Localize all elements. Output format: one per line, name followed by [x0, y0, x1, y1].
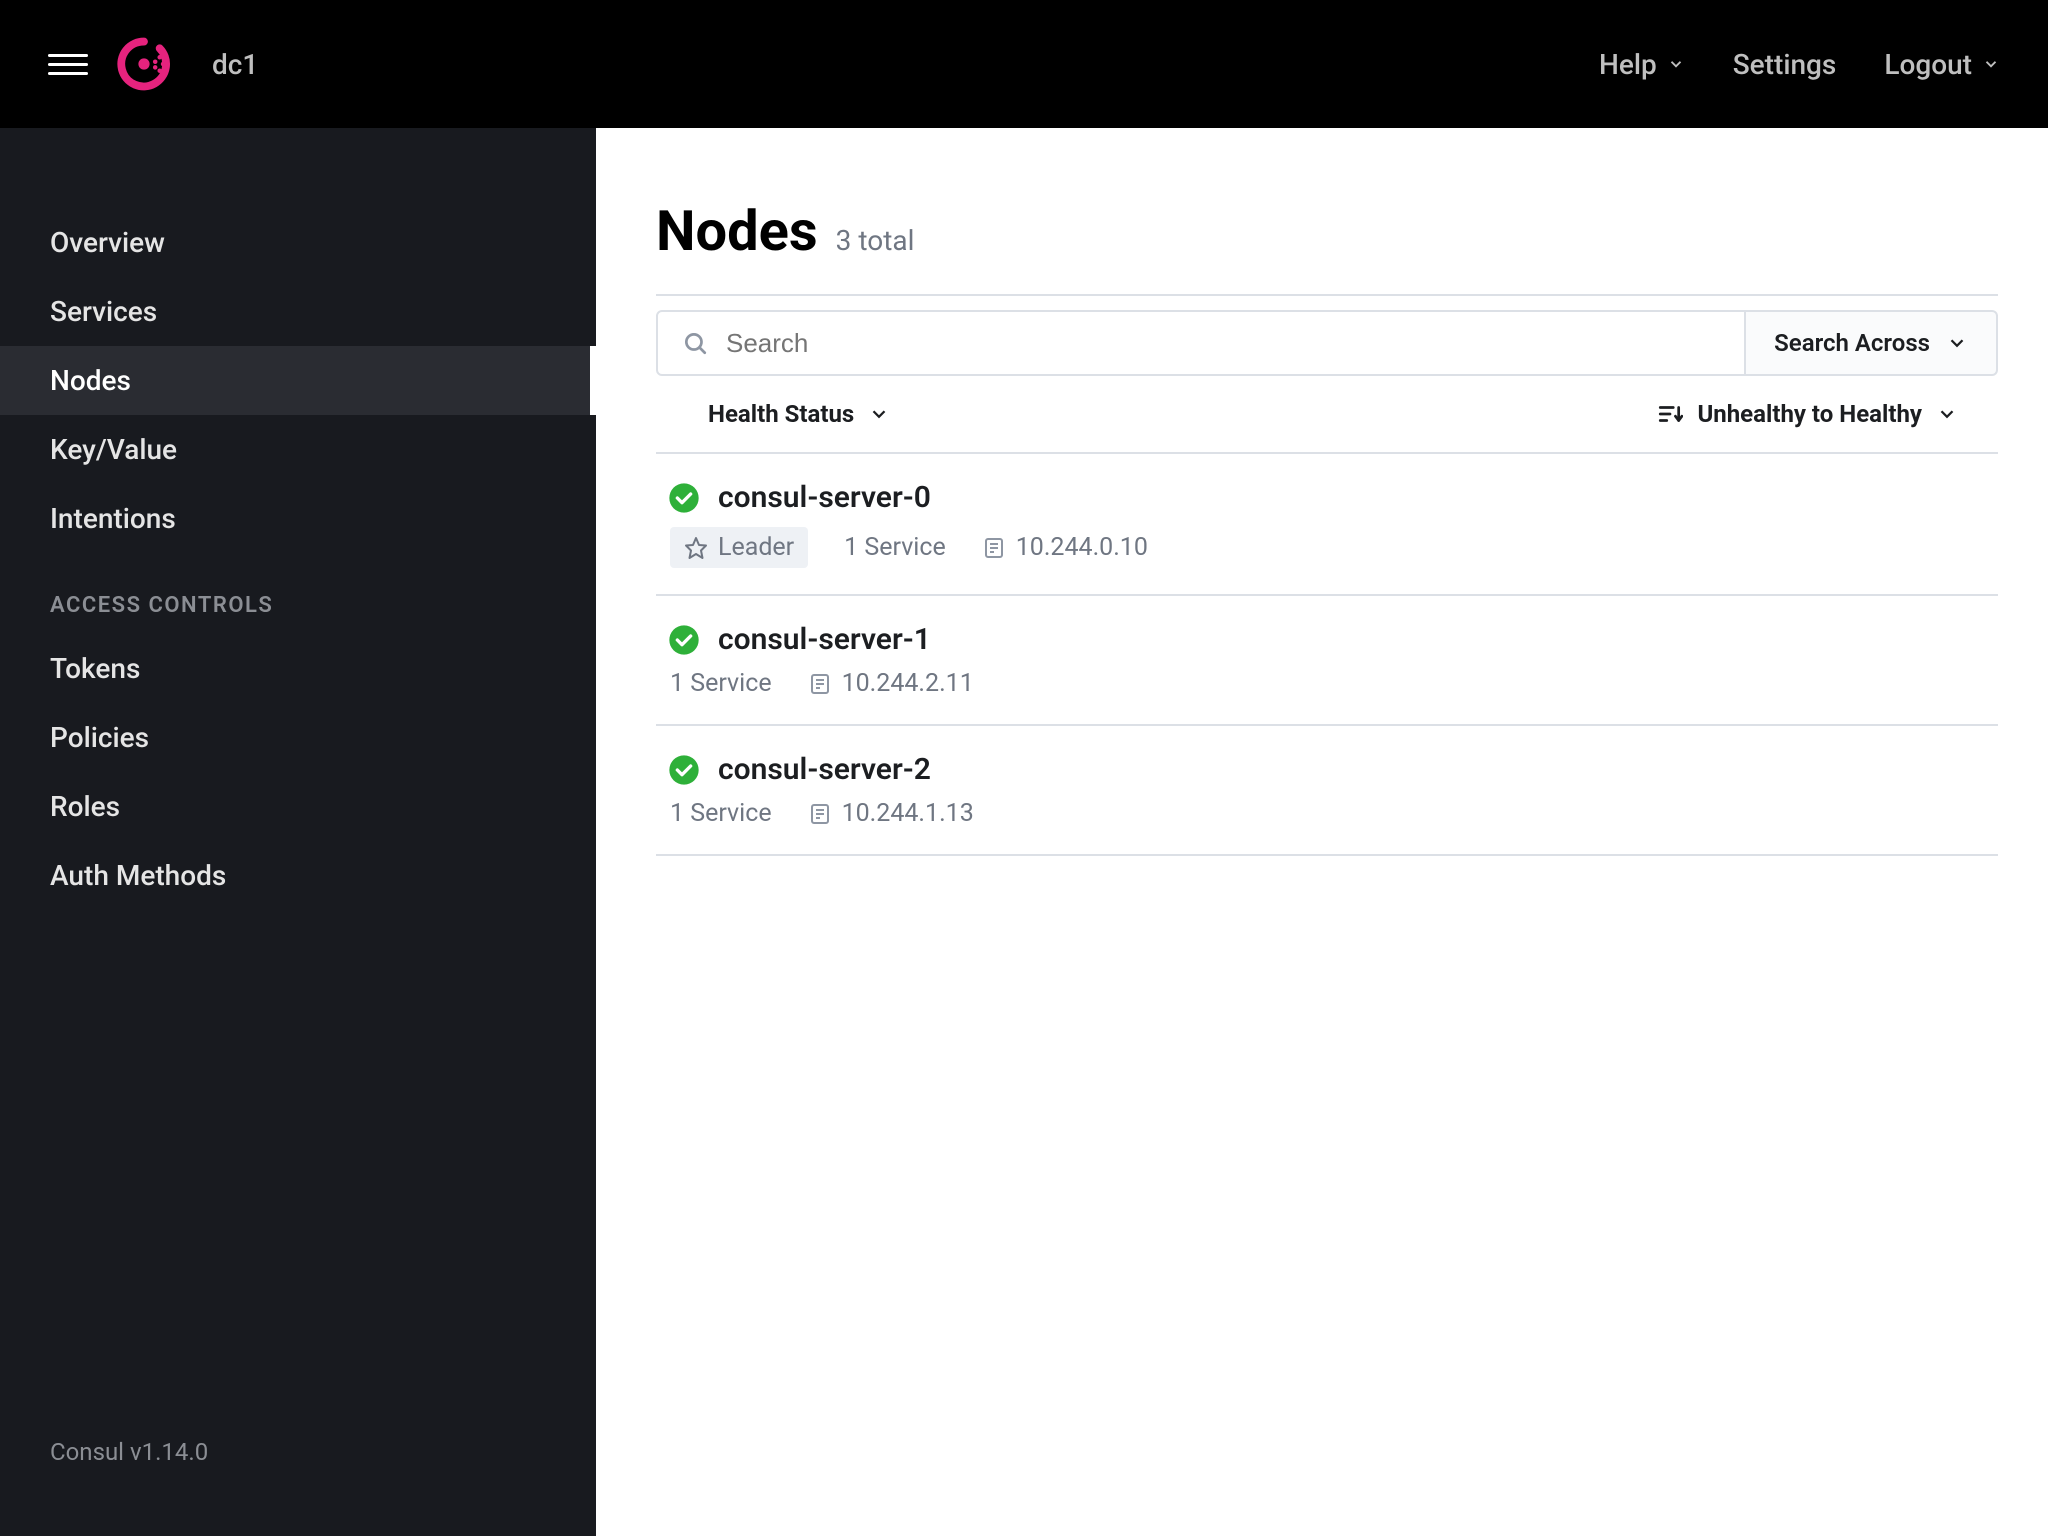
sidebar-version: Consul v1.14.0 — [0, 1438, 596, 1506]
page-subtitle: 3 total — [836, 224, 915, 257]
sidebar-item-authmethods[interactable]: Auth Methods — [0, 841, 596, 910]
sidebar-item-nodes[interactable]: Nodes — [0, 346, 596, 415]
healthy-check-icon — [668, 624, 700, 656]
sidebar-item-intentions[interactable]: Intentions — [0, 484, 596, 553]
settings-label: Settings — [1733, 48, 1837, 81]
search-icon — [682, 330, 708, 356]
node-ip-group: 10.244.0.10 — [982, 533, 1148, 562]
node-row[interactable]: consul-server-2 1 Service 10.244.1.13 — [656, 724, 1998, 856]
sidebar-item-policies[interactable]: Policies — [0, 703, 596, 772]
sidebar-item-services[interactable]: Services — [0, 277, 596, 346]
divider — [656, 294, 1998, 296]
healthy-check-icon — [668, 754, 700, 786]
star-icon — [684, 536, 708, 560]
network-icon — [808, 802, 832, 826]
node-ip: 10.244.2.11 — [842, 669, 974, 698]
sidebar-section-access-controls: ACCESS CONTROLS — [0, 553, 596, 634]
search-across-dropdown[interactable]: Search Across — [1746, 310, 1998, 376]
node-ip-group: 10.244.2.11 — [808, 669, 974, 698]
node-ip-group: 10.244.1.13 — [808, 799, 974, 828]
chevron-down-icon — [1936, 403, 1958, 425]
node-services: 1 Service — [670, 669, 772, 698]
sort-icon — [1657, 401, 1683, 427]
chevron-down-icon — [1982, 55, 2000, 73]
sidebar-item-tokens[interactable]: Tokens — [0, 634, 596, 703]
chevron-down-icon — [868, 403, 890, 425]
sort-order-dropdown[interactable]: Unhealthy to Healthy — [1657, 400, 1958, 428]
consul-logo-icon — [116, 36, 172, 92]
sort-order-label: Unhealthy to Healthy — [1697, 400, 1922, 428]
network-icon — [808, 672, 832, 696]
menu-toggle-icon[interactable] — [48, 44, 88, 84]
node-ip: 10.244.1.13 — [842, 799, 974, 828]
page-title: Nodes — [656, 198, 818, 264]
node-name: consul-server-2 — [718, 752, 931, 787]
help-label: Help — [1599, 48, 1657, 81]
search-input[interactable] — [726, 328, 1720, 359]
logout-menu[interactable]: Logout — [1884, 48, 2000, 81]
network-icon — [982, 536, 1006, 560]
datacenter-label[interactable]: dc1 — [212, 48, 258, 81]
logout-label: Logout — [1884, 48, 1972, 81]
main-content: Nodes 3 total Search Across Health Statu… — [596, 128, 2048, 1536]
healthy-check-icon — [668, 482, 700, 514]
chevron-down-icon — [1946, 332, 1968, 354]
health-status-label: Health Status — [708, 400, 854, 428]
sidebar: Overview Services Nodes Key/Value Intent… — [0, 128, 596, 1536]
node-row[interactable]: consul-server-1 1 Service 10.244.2.11 — [656, 594, 1998, 724]
node-ip: 10.244.0.10 — [1016, 533, 1148, 562]
node-services: 1 Service — [844, 533, 946, 562]
settings-link[interactable]: Settings — [1733, 48, 1837, 81]
sidebar-item-keyvalue[interactable]: Key/Value — [0, 415, 596, 484]
topbar: dc1 Help Settings Logout — [0, 0, 2048, 128]
health-status-filter[interactable]: Health Status — [708, 400, 890, 428]
chevron-down-icon — [1667, 55, 1685, 73]
node-name: consul-server-0 — [718, 480, 931, 515]
sidebar-item-roles[interactable]: Roles — [0, 772, 596, 841]
sidebar-item-overview[interactable]: Overview — [0, 208, 596, 277]
node-row[interactable]: consul-server-0 Leader 1 Service 10.244.… — [656, 452, 1998, 594]
help-menu[interactable]: Help — [1599, 48, 1685, 81]
node-name: consul-server-1 — [718, 622, 931, 657]
search-box[interactable] — [656, 310, 1746, 376]
search-across-label: Search Across — [1774, 329, 1930, 357]
node-services: 1 Service — [670, 799, 772, 828]
leader-label: Leader — [718, 533, 794, 562]
leader-badge: Leader — [670, 527, 808, 568]
